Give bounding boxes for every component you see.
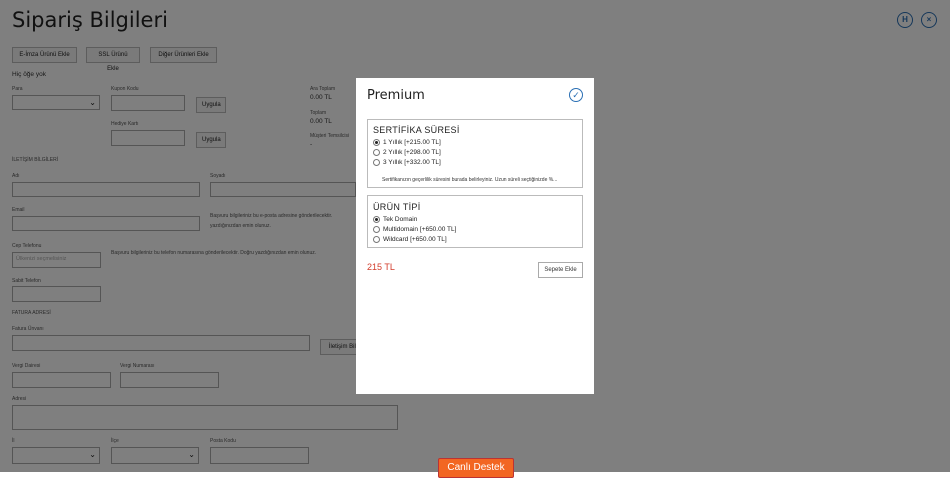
live-support-button[interactable]: Canlı Destek — [438, 458, 514, 478]
product-type-title: ÜRÜN TİPİ — [373, 202, 421, 212]
cert-duration-box: SERTİFİKA SÜRESİ 1 Yıllık [+215.00 TL] 2… — [367, 119, 583, 188]
type-option-1[interactable]: Tek Domain — [373, 214, 456, 224]
radio[interactable] — [373, 235, 380, 243]
type-option-3[interactable]: Wildcard [+650.00 TL] — [373, 234, 456, 244]
radio-selected[interactable] — [373, 215, 380, 223]
radio-selected[interactable] — [373, 138, 380, 146]
radio[interactable] — [373, 158, 380, 166]
radio[interactable] — [373, 225, 380, 233]
add-to-cart-button[interactable]: Sepete Ekle — [538, 262, 583, 278]
cert-option-2[interactable]: 2 Yıllık [+298.00 TL] — [373, 147, 441, 157]
price-label: 215 TL — [367, 262, 395, 272]
cert-duration-title: SERTİFİKA SÜRESİ — [373, 125, 460, 135]
product-type-box: ÜRÜN TİPİ Tek Domain Multidomain [+650.0… — [367, 195, 583, 248]
check-icon[interactable]: ✓ — [569, 88, 583, 102]
type-option-2[interactable]: Multidomain [+650.00 TL] — [373, 224, 456, 234]
radio[interactable] — [373, 148, 380, 156]
cert-description: Sertifikanızın geçerlilik süresini burad… — [382, 177, 558, 183]
cert-option-1[interactable]: 1 Yıllık [+215.00 TL] — [373, 137, 441, 147]
cert-option-3[interactable]: 3 Yıllık [+332.00 TL] — [373, 157, 441, 167]
premium-modal: Premium ✓ SERTİFİKA SÜRESİ 1 Yıllık [+21… — [356, 78, 594, 394]
modal-title: Premium — [367, 88, 425, 103]
